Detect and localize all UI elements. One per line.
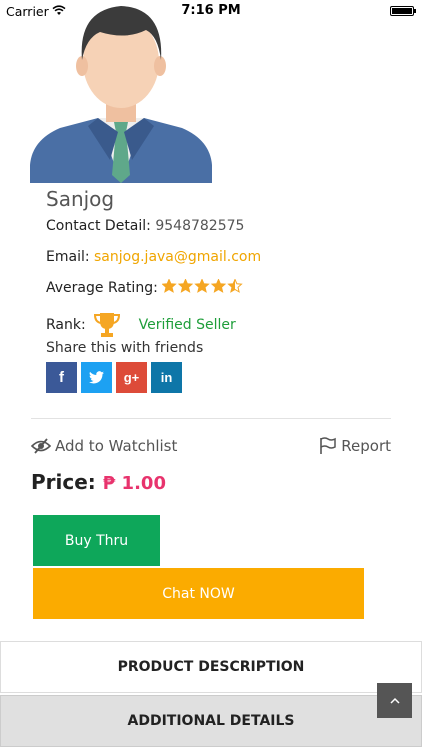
report-label: Report <box>341 437 391 455</box>
twitter-share-button[interactable] <box>81 362 112 393</box>
linkedin-share-button[interactable]: in <box>151 362 182 393</box>
contact-label: Contact Detail: <box>46 218 151 234</box>
rating-stars <box>161 278 244 297</box>
chat-now-button[interactable]: Chat NOW <box>33 568 364 619</box>
linkedin-icon: in <box>160 370 173 385</box>
rating-label: Average Rating: <box>46 280 158 296</box>
divider <box>31 418 391 419</box>
social-share-bar: f g+ in <box>46 362 182 393</box>
rating-star <box>178 278 194 293</box>
scroll-to-top-button[interactable] <box>377 683 412 718</box>
share-label: Share this with friends <box>46 340 204 356</box>
rank-value: Verified Seller <box>138 317 236 333</box>
email-row: Email: sanjog.java@gmail.com <box>46 249 261 265</box>
rating-row: Average Rating: <box>46 278 244 297</box>
google-plus-share-button[interactable]: g+ <box>116 362 147 393</box>
battery-icon <box>390 6 416 16</box>
watchlist-label: Add to Watchlist <box>55 437 178 455</box>
rating-star <box>227 278 243 293</box>
rank-row: Rank: Verified Seller <box>46 311 236 339</box>
email-link[interactable]: sanjog.java@gmail.com <box>94 249 261 265</box>
tab-additional-details[interactable]: ADDITIONAL DETAILS <box>0 695 422 747</box>
contact-row: Contact Detail: 9548782575 <box>46 218 244 234</box>
trophy-icon <box>92 311 122 339</box>
seller-name: Sanjog <box>46 187 115 211</box>
chevron-up-icon <box>389 697 400 704</box>
report-button[interactable]: Report <box>319 437 391 455</box>
twitter-icon <box>89 371 104 384</box>
rating-star <box>194 278 210 293</box>
eye-slash-icon <box>31 438 51 454</box>
price-label: Price: <box>31 470 96 494</box>
email-label: Email: <box>46 249 90 265</box>
price-value: ₱ 1.00 <box>102 473 166 494</box>
google-plus-icon: g+ <box>123 370 140 385</box>
facebook-icon: f <box>59 369 64 386</box>
flag-icon <box>320 437 337 454</box>
rating-star <box>161 278 177 293</box>
rating-star <box>211 278 227 293</box>
price: Price: ₱ 1.00 <box>31 470 166 494</box>
facebook-share-button[interactable]: f <box>46 362 77 393</box>
add-to-watchlist-button[interactable]: Add to Watchlist <box>31 437 177 455</box>
buy-thru-button[interactable]: Buy Thru <box>33 515 160 566</box>
contact-value[interactable]: 9548782575 <box>155 218 244 234</box>
seller-avatar <box>30 0 212 183</box>
tab-product-description[interactable]: PRODUCT DESCRIPTION <box>0 641 422 693</box>
rank-label: Rank: <box>46 317 86 333</box>
